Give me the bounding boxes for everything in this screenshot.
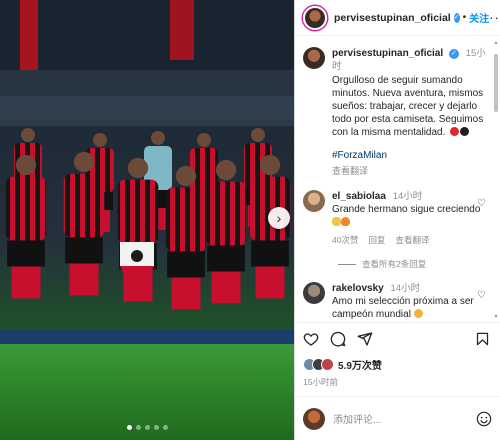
instagram-post-modal: › pervisestupinan_oficial ✓ • 关注 ··· per… [0, 0, 500, 440]
carousel-dot [126, 425, 132, 430]
comment-translate-link[interactable]: 查看翻译 [395, 234, 429, 247]
carousel-dot [135, 425, 141, 430]
header-separator: • [462, 12, 467, 23]
comment-time: 14小时 [390, 283, 421, 294]
share-icon[interactable] [357, 331, 373, 347]
author-username[interactable]: pervisestupinan_oficial [334, 12, 451, 24]
caption: pervisestupinan_oficial ✓ 15小时 Orgulloso… [303, 47, 488, 178]
comment-text: Amo mi selección próxima a ser campeón m… [332, 296, 474, 320]
view-replies-label: 查看所有2条回复 [362, 259, 427, 269]
stand-banner-left [20, 0, 38, 70]
comment-username[interactable]: el_sabiolaa [332, 191, 386, 202]
caption-translate-link[interactable]: 查看翻译 [332, 165, 488, 178]
caption-username[interactable]: pervisestupinan_oficial [332, 48, 443, 59]
comment-reply-button[interactable]: 回复 [368, 234, 385, 247]
likes-summary[interactable]: 5.9万次赞 [303, 357, 490, 372]
caption-text-block: Orgulloso de seguir sumando minutos. Nue… [332, 74, 488, 139]
comment-like-heart-icon[interactable]: ♡ [477, 290, 486, 301]
comments-scroll-area[interactable]: pervisestupinan_oficial ✓ 15小时 Orgulloso… [295, 37, 500, 321]
heart-eyes-emoji [413, 309, 423, 318]
comment-item: rakelovsky 14小时 Amo mi selección próxima… [303, 282, 488, 321]
ad-board [0, 330, 294, 344]
comment-username[interactable]: rakelovsky [332, 283, 384, 294]
posted-time: 15小时前 [303, 377, 338, 387]
comment-like-heart-icon[interactable]: ♡ [477, 198, 486, 209]
post-actions: 5.9万次赞 15小时前 [295, 322, 500, 388]
fire-emoji [341, 217, 350, 226]
post-header: pervisestupinan_oficial ✓ • 关注 ··· [295, 0, 500, 36]
follow-button[interactable]: 关注 [469, 10, 489, 25]
comment-item: el_sabiolaa 14小时 Grande hermano sigue cr… [303, 190, 488, 247]
carousel-dot [153, 425, 159, 430]
commenter-avatar[interactable] [303, 190, 325, 212]
black-circle-emoji [460, 127, 470, 136]
save-bookmark-icon[interactable] [475, 331, 490, 347]
clap-emoji [332, 217, 341, 226]
more-options-icon[interactable]: ··· [489, 10, 500, 25]
liker-avatar [321, 358, 334, 371]
caption-avatar[interactable] [303, 47, 325, 69]
scroll-down-icon[interactable]: ▼ [493, 314, 499, 320]
comment-icon[interactable] [330, 331, 346, 347]
view-replies-button[interactable]: 查看所有2条回复 [338, 258, 488, 270]
author-avatar[interactable] [303, 5, 327, 30]
current-user-avatar [303, 407, 325, 430]
replies-divider [338, 263, 356, 265]
verified-icon: ✓ [448, 49, 459, 59]
add-comment-input[interactable]: 添加评论... [333, 411, 381, 426]
carousel-dot [162, 425, 168, 430]
next-slide-button[interactable]: › [268, 207, 290, 229]
like-heart-icon[interactable] [303, 331, 319, 347]
scrollbar[interactable]: ▲ ▼ [493, 40, 499, 320]
add-comment-bar: 添加评论... [295, 396, 500, 440]
stand-banner-right [170, 0, 194, 60]
red-circle-emoji [450, 127, 460, 136]
players-group [5, 128, 291, 310]
post-details-panel: pervisestupinan_oficial ✓ • 关注 ··· pervi… [294, 0, 500, 440]
carousel-dots [0, 425, 294, 430]
comment-text: Grande hermano sigue creciendo [332, 204, 481, 215]
comment-likes[interactable]: 40次赞 [332, 234, 358, 247]
verified-icon: ✓ [453, 12, 460, 23]
comment-time: 14小时 [392, 191, 423, 202]
like-count[interactable]: 5.9万次赞 [338, 357, 382, 372]
carousel-dot [144, 425, 150, 430]
scroll-up-icon[interactable]: ▲ [493, 40, 499, 46]
caption-hashtag[interactable]: #ForzaMilan [332, 149, 488, 162]
scrollbar-thumb[interactable] [494, 54, 498, 112]
commenter-avatar[interactable] [303, 282, 325, 304]
emoji-picker-icon[interactable] [476, 411, 492, 427]
team-photo-illustration [0, 0, 294, 440]
post-photo[interactable]: › [0, 0, 294, 440]
